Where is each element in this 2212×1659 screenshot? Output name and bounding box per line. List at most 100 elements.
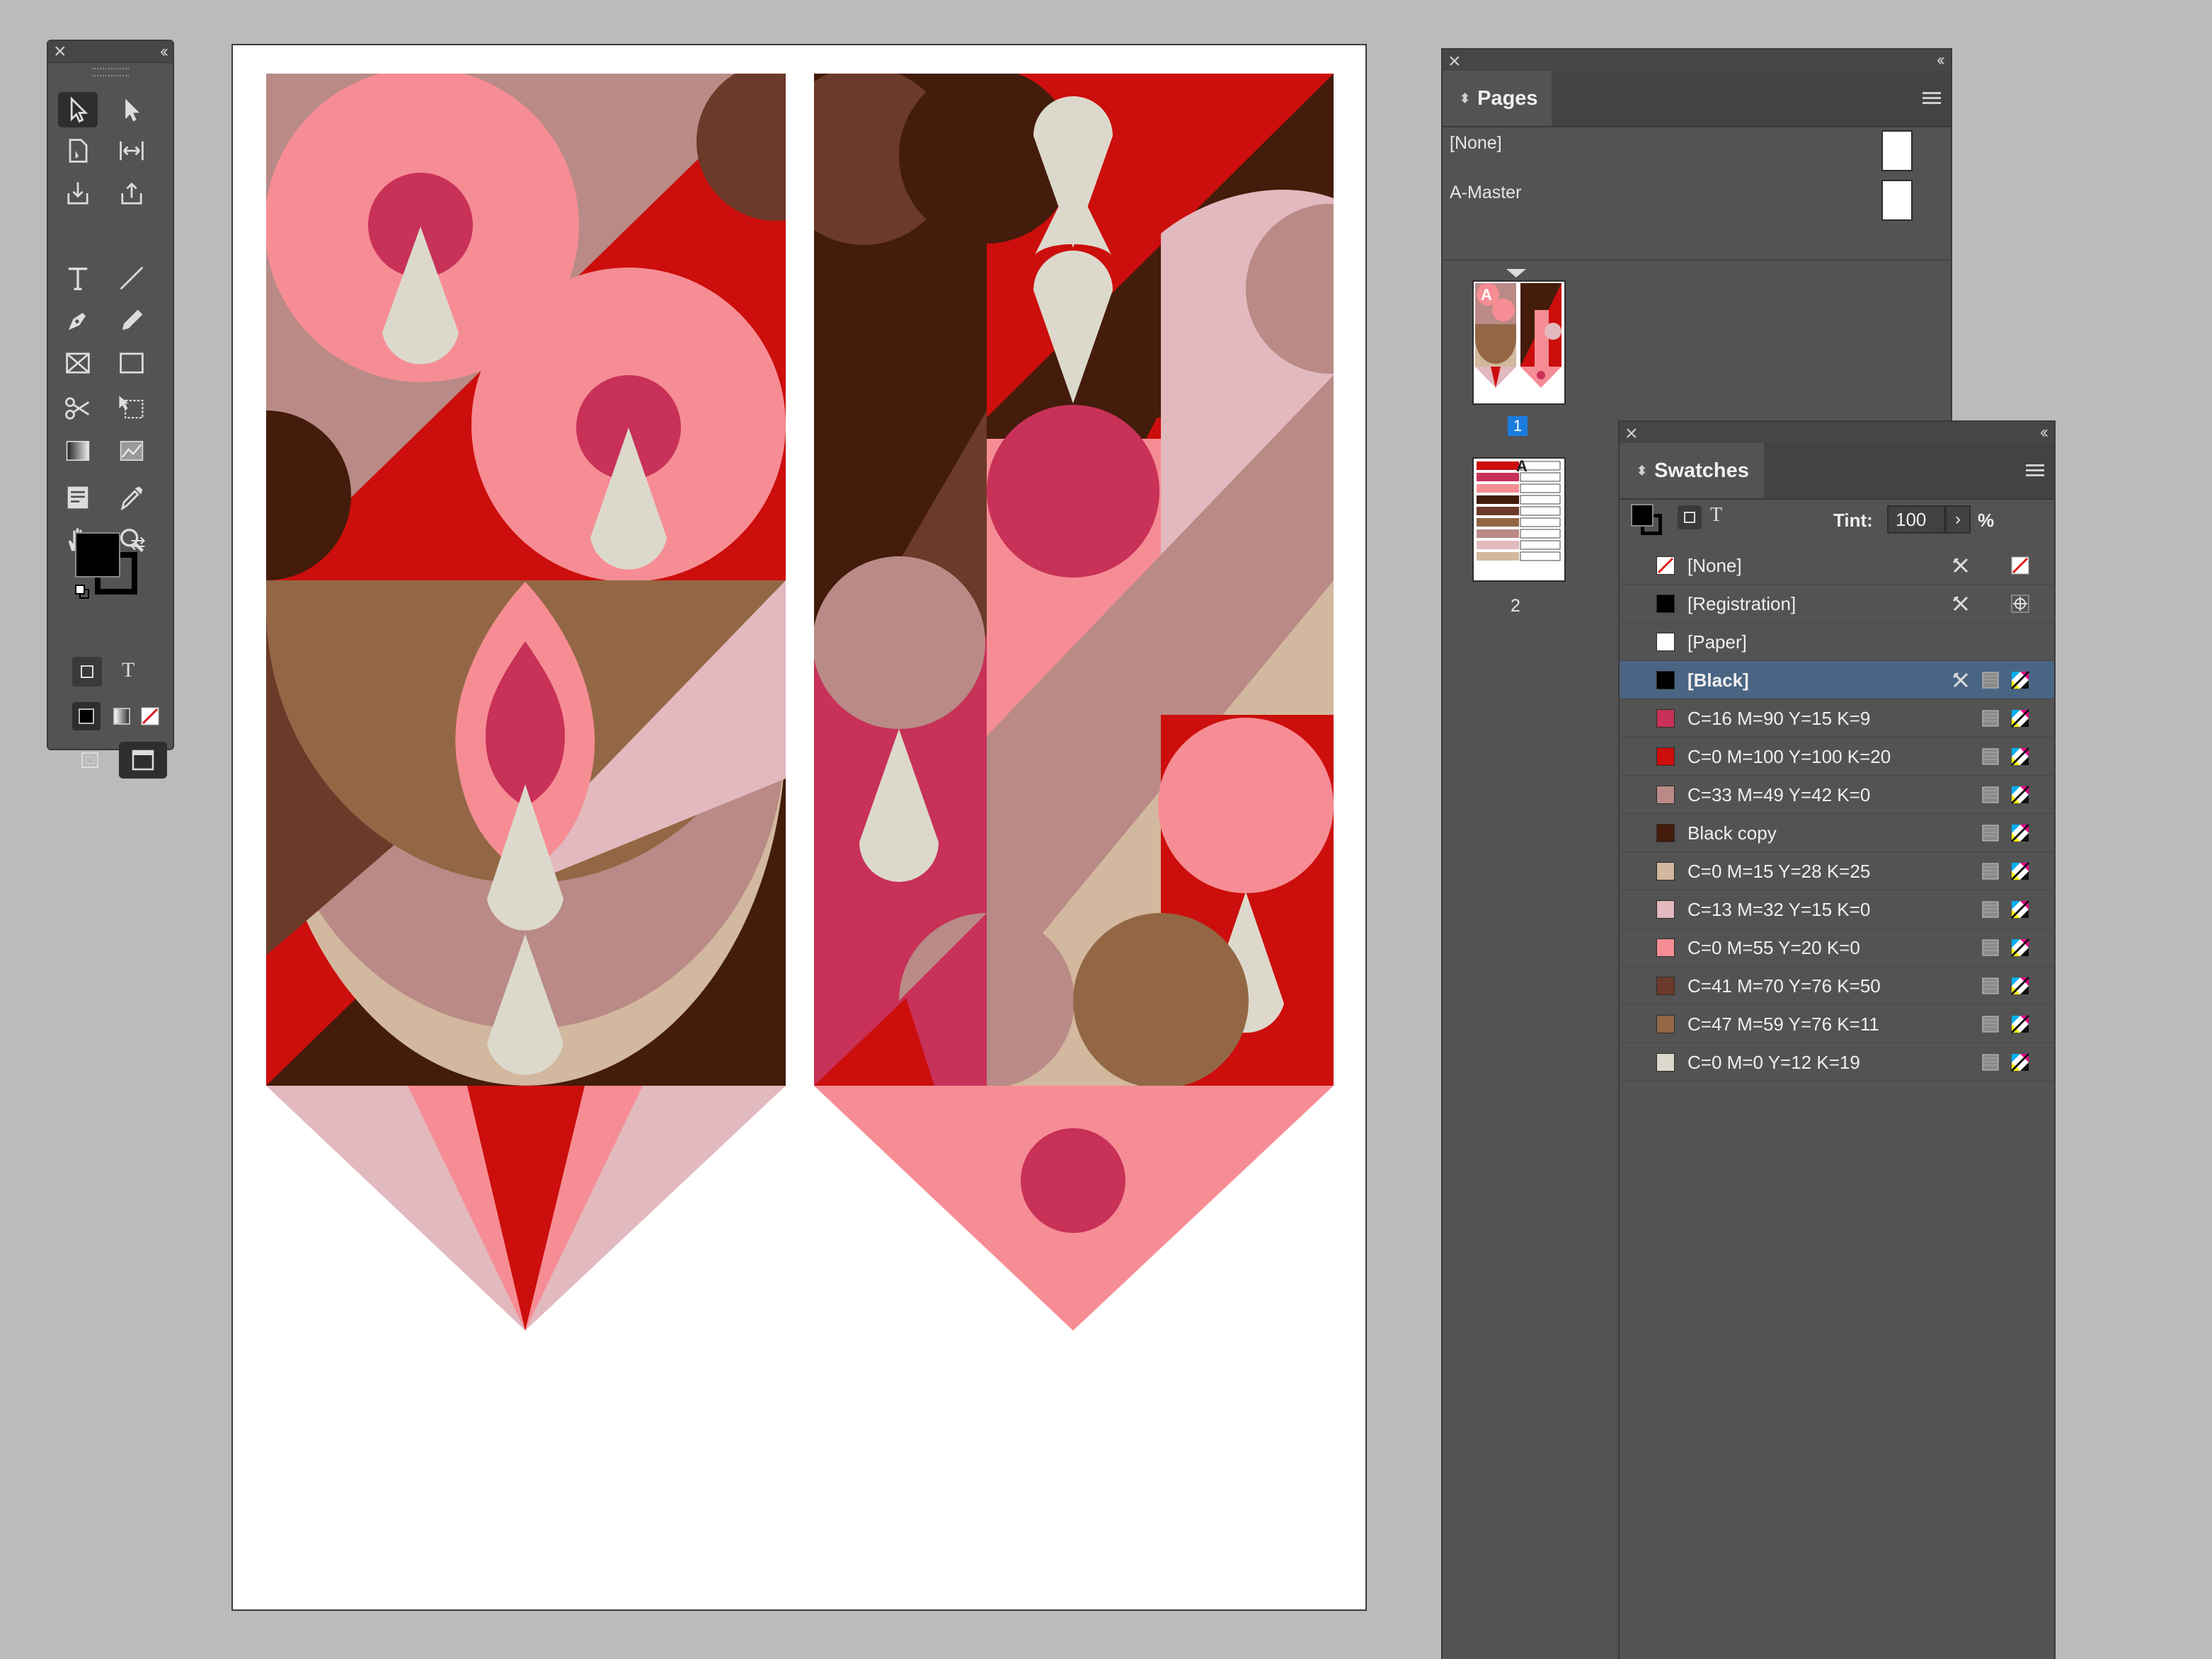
tab-pages-label: Pages xyxy=(1477,86,1538,110)
free-transform-tool-icon xyxy=(119,396,144,419)
page-1-number[interactable]: 1 xyxy=(1508,416,1528,436)
note-tool-button[interactable] xyxy=(58,480,98,515)
panel-menu-icon[interactable] xyxy=(1922,92,1941,105)
page-1-master-letter: A xyxy=(1481,286,1492,304)
sort-arrows-icon: ⬍ xyxy=(1637,463,1648,478)
page-2-number[interactable]: 2 xyxy=(1511,596,1520,616)
swatch-row[interactable]: C=16 M=90 Y=15 K=9 xyxy=(1620,699,2054,737)
pages-panel-titlebar[interactable]: × ‹‹ xyxy=(1443,50,1951,72)
gap-tool-button[interactable] xyxy=(112,133,151,168)
free-transform-tool-button[interactable] xyxy=(112,391,151,426)
swatch-name: [Paper] xyxy=(1687,631,1747,653)
tab-swatches[interactable]: ⬍ Swatches xyxy=(1620,443,1764,498)
cmyk-mode-icon xyxy=(2010,747,2030,767)
fill-swatch[interactable] xyxy=(75,532,120,578)
swatch-color-chip xyxy=(1656,671,1675,689)
page-tool-button[interactable] xyxy=(58,133,98,168)
fill-stroke-mini-widget[interactable] xyxy=(1631,504,1663,536)
line-tool-button[interactable] xyxy=(112,260,151,296)
close-icon[interactable]: × xyxy=(54,41,67,62)
swatch-color-chip xyxy=(1656,1053,1675,1072)
formatting-container-button[interactable] xyxy=(1678,505,1702,529)
scissors-tool-button[interactable] xyxy=(58,391,98,426)
swatch-row[interactable]: C=0 M=100 Y=100 K=20 xyxy=(1620,737,2054,776)
apply-none-button[interactable] xyxy=(136,702,164,730)
swatch-row[interactable]: C=33 M=49 Y=42 K=0 xyxy=(1620,776,2054,814)
rectangle-frame-tool-button[interactable] xyxy=(58,345,98,381)
type-tool-icon xyxy=(68,268,88,291)
left-banner-tail[interactable] xyxy=(266,1086,786,1331)
swatch-row[interactable]: [Paper] xyxy=(1620,623,2054,661)
panel-menu-icon[interactable] xyxy=(2026,464,2044,477)
right-banner[interactable] xyxy=(774,67,1367,1089)
close-icon[interactable]: × xyxy=(1625,423,1638,444)
swatch-row[interactable]: C=13 M=32 Y=15 K=0 xyxy=(1620,890,2054,929)
swatch-row[interactable]: C=0 M=15 Y=28 K=25 xyxy=(1620,852,2054,890)
cmyk-mode-icon xyxy=(2010,1052,2030,1072)
note-tool-icon xyxy=(67,486,88,509)
swatch-name: C=47 M=59 Y=76 K=11 xyxy=(1687,1014,1879,1035)
process-color-icon xyxy=(1981,1014,2000,1034)
pencil-tool-button[interactable] xyxy=(112,303,151,338)
page-2-thumbnail[interactable] xyxy=(1472,457,1566,582)
formatting-text-button[interactable]: T xyxy=(122,658,134,682)
view-mode-button[interactable] xyxy=(67,742,115,779)
pen-tool-button[interactable] xyxy=(58,303,98,338)
swatch-row[interactable]: [Black] xyxy=(1620,661,2054,699)
registration-type-icon xyxy=(2010,594,2030,614)
right-banner-tail[interactable] xyxy=(814,1086,1334,1331)
collapse-icon[interactable]: ‹‹ xyxy=(1937,50,1945,71)
current-page-indicator-icon xyxy=(1506,269,1526,277)
selection-tool-button[interactable] xyxy=(58,92,98,127)
tab-pages[interactable]: ⬍ Pages xyxy=(1443,71,1552,126)
cmyk-mode-icon xyxy=(2010,861,2030,881)
formatting-text-button[interactable]: T xyxy=(1710,504,1722,527)
swatch-name: C=41 M=70 Y=76 K=50 xyxy=(1687,975,1881,997)
chevron-right-icon: › xyxy=(1955,510,1961,529)
close-icon[interactable]: × xyxy=(1448,51,1461,72)
collapse-icon[interactable]: ‹‹ xyxy=(160,41,168,62)
collapse-icon[interactable]: ‹‹ xyxy=(2040,422,2048,443)
swatch-row[interactable]: Black copy xyxy=(1620,814,2054,852)
left-banner-top[interactable] xyxy=(231,62,855,582)
gradient-swatch-tool-icon xyxy=(66,440,90,461)
master-a-thumbnail[interactable] xyxy=(1881,180,1913,221)
swatch-row[interactable]: C=0 M=0 Y=12 K=19 xyxy=(1620,1043,2054,1081)
default-fill-stroke-icon[interactable] xyxy=(75,585,89,599)
apply-color-button[interactable] xyxy=(72,702,101,730)
swatch-row[interactable]: C=0 M=55 Y=20 K=0 xyxy=(1620,929,2054,967)
container-icon xyxy=(1684,512,1695,523)
formatting-container-button[interactable] xyxy=(72,657,102,687)
content-placer-button[interactable] xyxy=(112,176,151,211)
grip-handle[interactable] xyxy=(92,68,129,76)
tint-input[interactable]: 100 xyxy=(1887,505,1945,534)
swatch-row[interactable]: [Registration] xyxy=(1620,585,2054,623)
tools-panel-titlebar[interactable]: × ‹‹ xyxy=(48,41,173,63)
fill-mini-swatch[interactable] xyxy=(1631,504,1654,527)
apply-gradient-button[interactable] xyxy=(108,702,136,730)
rectangle-tool-button[interactable] xyxy=(112,345,151,381)
swatch-row[interactable]: C=47 M=59 Y=76 K=11 xyxy=(1620,1005,2054,1043)
color-icon xyxy=(79,708,94,724)
master-none-thumbnail[interactable] xyxy=(1881,130,1913,171)
gradient-swatch-tool-button[interactable] xyxy=(58,433,98,469)
type-tool-button[interactable] xyxy=(58,260,98,296)
content-collector-button[interactable] xyxy=(58,176,98,211)
swap-fill-stroke-icon[interactable]: ⇄ xyxy=(130,532,146,554)
master-a-label[interactable]: A-Master xyxy=(1450,183,1521,203)
tint-slider-button[interactable]: › xyxy=(1945,505,1971,534)
screen-mode-button[interactable] xyxy=(119,742,167,779)
gradient-feather-tool-button[interactable] xyxy=(112,433,151,469)
direct-selection-tool-button[interactable] xyxy=(112,92,151,127)
artwork xyxy=(231,62,1367,1331)
swatches-panel-titlebar[interactable]: × ‹‹ xyxy=(1620,422,2054,444)
swatches-panel: × ‹‹ ⬍ Swatches T Tint: 100 › % [None] [R… xyxy=(1618,420,2056,1659)
master-none-label[interactable]: [None] xyxy=(1450,133,1502,154)
swatch-name: [Black] xyxy=(1687,670,1749,691)
swatch-row[interactable]: C=41 M=70 Y=76 K=50 xyxy=(1620,967,2054,1005)
left-banner-middle[interactable] xyxy=(266,580,786,1086)
fill-stroke-widget[interactable] xyxy=(75,532,137,595)
eyedropper-tool-button[interactable] xyxy=(112,480,151,515)
swatch-row[interactable]: [None] xyxy=(1620,546,2054,585)
gap-tool-icon xyxy=(120,141,144,161)
